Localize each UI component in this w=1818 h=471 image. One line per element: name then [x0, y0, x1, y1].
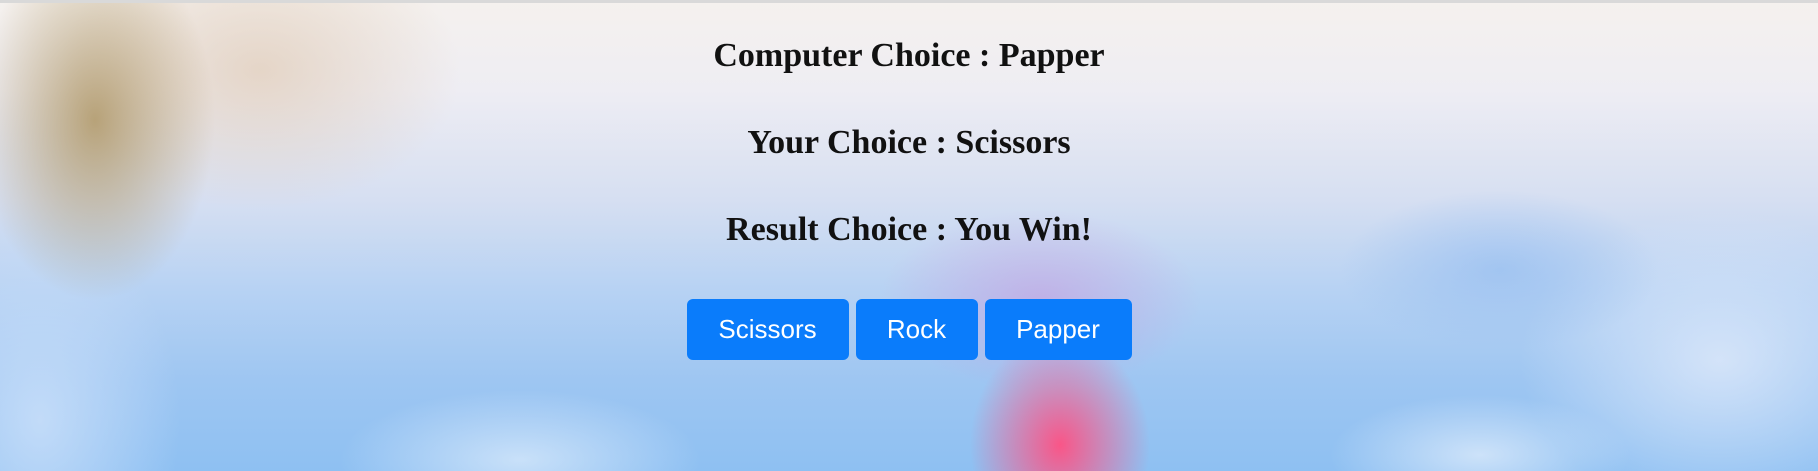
- scissors-button[interactable]: Scissors: [686, 299, 849, 360]
- computer-choice-heading: Computer Choice : Papper: [0, 0, 1818, 76]
- your-choice-label: Your Choice: [747, 124, 928, 161]
- your-choice-value: Scissors: [955, 124, 1071, 161]
- computer-choice-value: Papper: [998, 37, 1105, 74]
- result-choice-label: Result Choice: [726, 211, 928, 248]
- your-choice-heading: Your Choice : Scissors: [0, 123, 1818, 163]
- computer-choice-separator: :: [979, 37, 991, 74]
- result-choice-separator: :: [935, 211, 948, 248]
- rock-button[interactable]: Rock: [855, 299, 978, 360]
- result-choice-value: You Win!: [954, 211, 1092, 248]
- choice-buttons: Scissors Rock Papper: [0, 299, 1818, 360]
- game-panel: Computer Choice : Papper Your Choice : S…: [0, 0, 1818, 360]
- your-choice-separator: :: [935, 124, 947, 161]
- result-choice-heading: Result Choice : You Win!: [0, 210, 1818, 250]
- papper-button[interactable]: Papper: [984, 299, 1132, 360]
- computer-choice-label: Computer Choice: [713, 37, 971, 74]
